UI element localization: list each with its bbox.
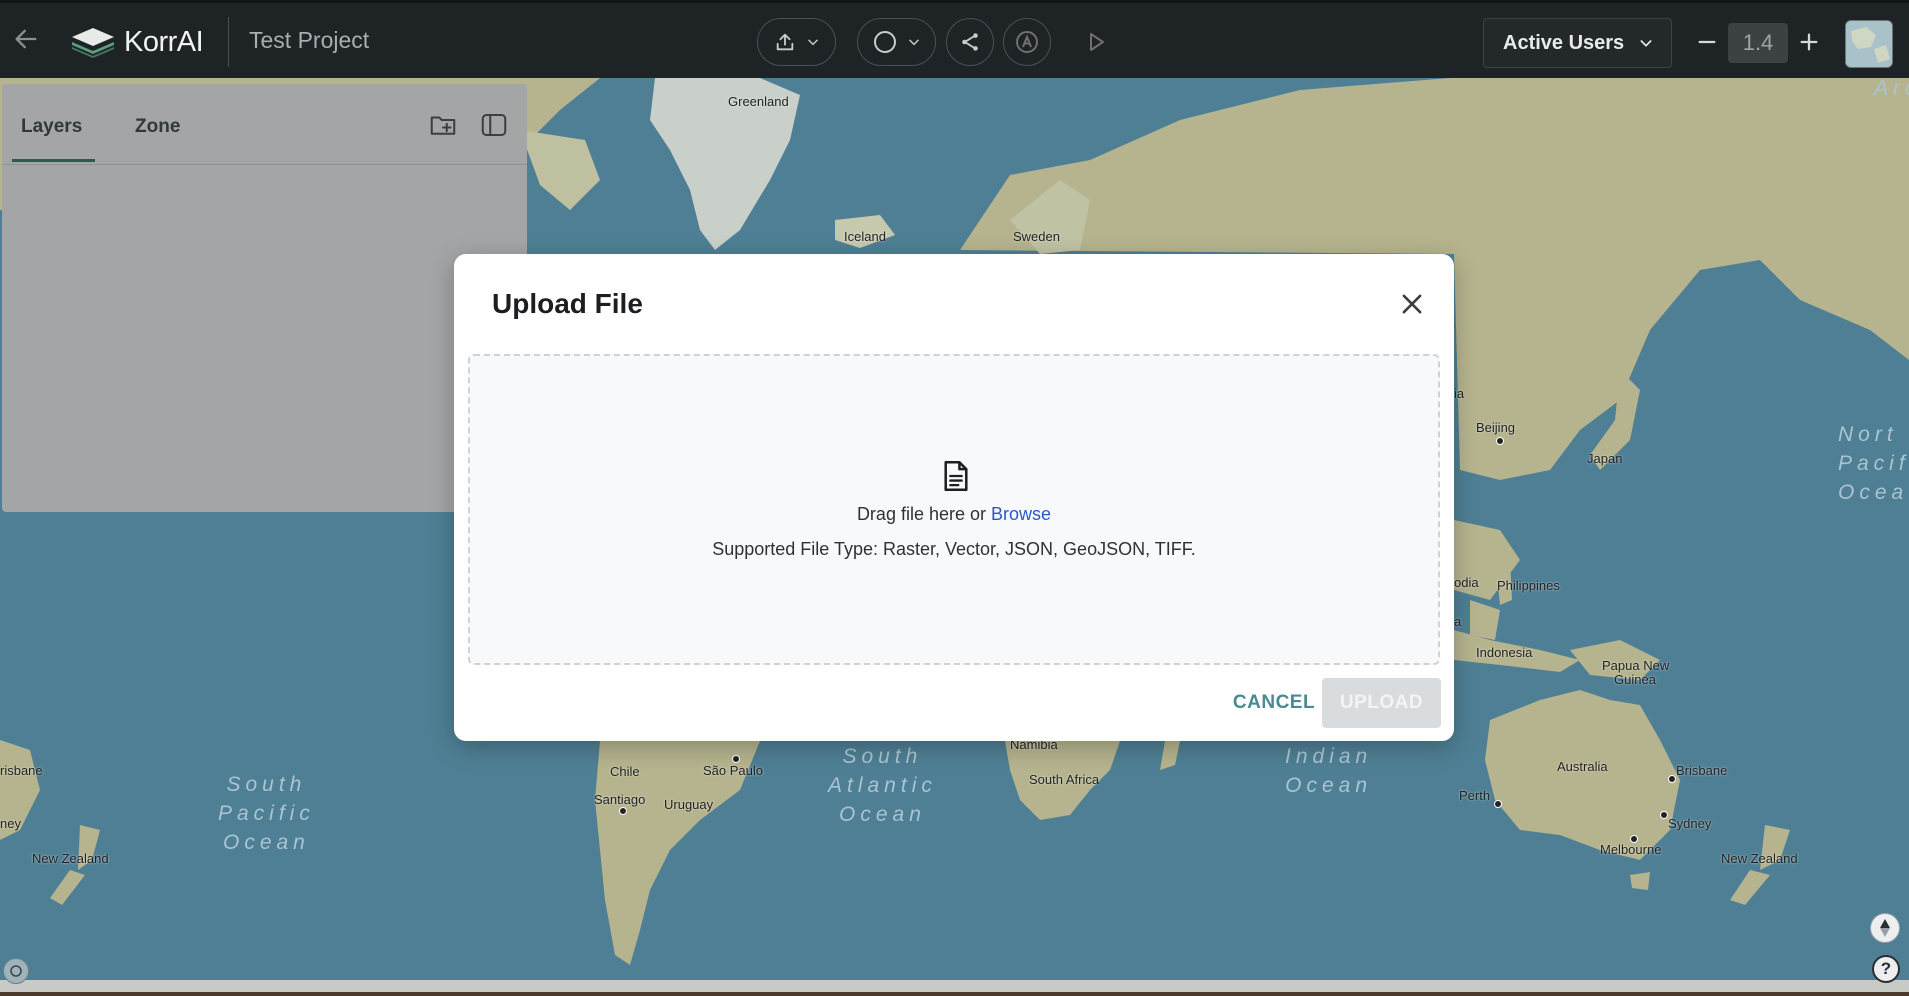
upload-button[interactable]: UPLOAD <box>1322 678 1441 728</box>
dialog-title: Upload File <box>492 288 643 319</box>
file-dropzone[interactable]: Drag file here or Browse Supported File … <box>468 354 1440 665</box>
drag-instructions: Drag file here or Browse <box>470 504 1438 525</box>
drag-text: Drag file here or <box>856 504 986 524</box>
browse-link[interactable]: Browse <box>991 504 1051 524</box>
supported-file-types: Supported File Type: Raster, Vector, JSO… <box>712 539 1196 559</box>
app-root: Greenland Iceland Sweden Beijing Japan i… <box>0 0 1909 996</box>
upload-file-dialog: Upload File Drag file here or Browse Sup… <box>454 254 1454 741</box>
cancel-button[interactable]: CANCEL <box>1226 678 1322 728</box>
close-icon <box>1402 294 1422 314</box>
close-button[interactable] <box>1398 290 1426 318</box>
document-icon <box>944 461 968 491</box>
